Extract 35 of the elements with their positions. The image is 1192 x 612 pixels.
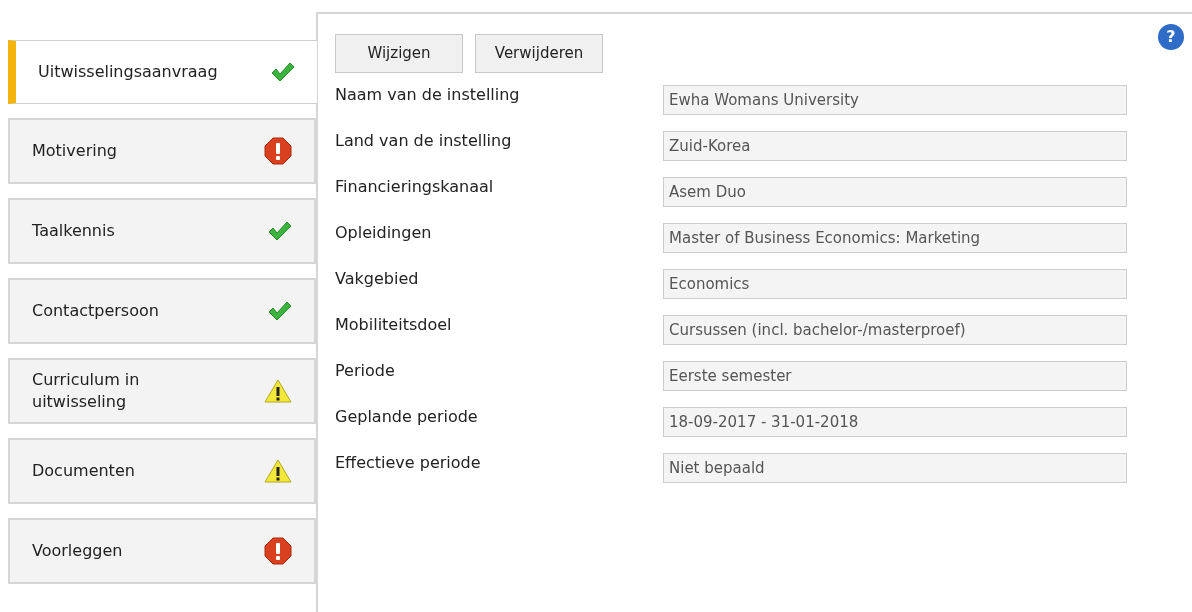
check-icon xyxy=(271,62,295,82)
field-value: Zuid-Korea xyxy=(663,131,1127,161)
field-value: Eerste semester xyxy=(663,361,1127,391)
error-icon xyxy=(264,137,292,165)
sidebar-tab[interactable]: Uitwisselingsaanvraag xyxy=(8,40,317,104)
field-label: Vakgebied xyxy=(335,268,420,290)
field-value: 18-09-2017 - 31-01-2018 xyxy=(663,407,1127,437)
sidebar-tab[interactable]: Documenten xyxy=(8,438,316,504)
action-button[interactable]: Wijzigen xyxy=(335,34,463,73)
warning-icon xyxy=(264,379,292,403)
sidebar-tab[interactable]: Contactpersoon xyxy=(8,278,316,344)
warning-icon xyxy=(264,459,292,483)
sidebar-tab[interactable]: Voorleggen xyxy=(8,518,316,584)
field-value: Cursussen (incl. bachelor-/masterproef) xyxy=(663,315,1127,345)
field-label: Periode xyxy=(335,360,396,382)
field-label: Land van de instelling xyxy=(335,130,513,152)
check-icon xyxy=(268,301,292,321)
sidebar-tab[interactable]: Taalkennis xyxy=(8,198,316,264)
field-label: Effectieve periode xyxy=(335,452,482,474)
field-label: Mobiliteitsdoel xyxy=(335,314,453,336)
action-button[interactable]: Verwijderen xyxy=(475,34,603,73)
sidebar-tab[interactable]: Motivering xyxy=(8,118,316,184)
field-label: Financieringskanaal xyxy=(335,176,495,198)
field-value: Niet bepaald xyxy=(663,453,1127,483)
help-button[interactable]: ? xyxy=(1158,24,1184,50)
field-label: Naam van de instelling xyxy=(335,84,521,106)
field-value: Ewha Womans University xyxy=(663,85,1127,115)
error-icon xyxy=(264,537,292,565)
field-value: Master of Business Economics: Marketing xyxy=(663,223,1127,253)
field-value: Economics xyxy=(663,269,1127,299)
field-value: Asem Duo xyxy=(663,177,1127,207)
sidebar-tab[interactable]: Curriculum in uitwisseling xyxy=(8,358,316,424)
field-label: Opleidingen xyxy=(335,222,433,244)
check-icon xyxy=(268,221,292,241)
field-label: Geplande periode xyxy=(335,406,479,428)
